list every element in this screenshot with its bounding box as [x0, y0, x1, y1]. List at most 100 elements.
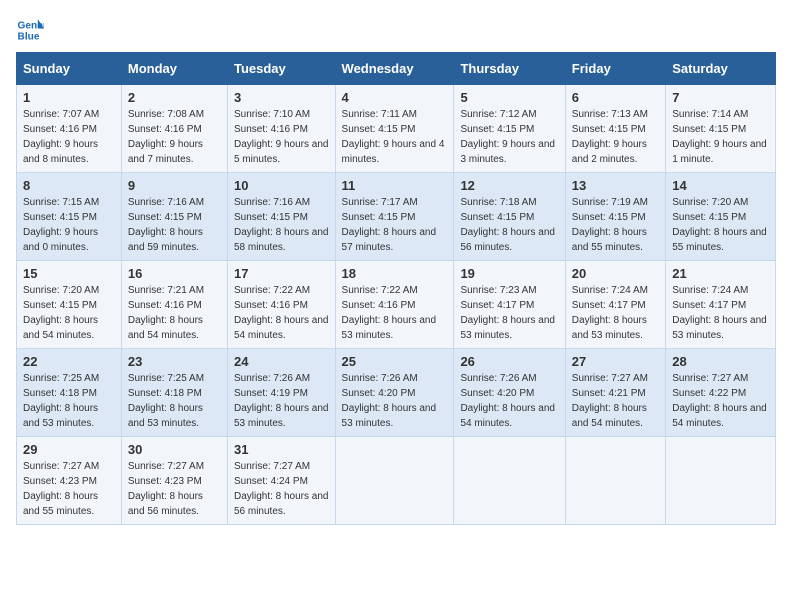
calendar-cell: 29 Sunrise: 7:27 AMSunset: 4:23 PMDayligh…	[17, 437, 122, 525]
day-number: 31	[234, 442, 329, 457]
day-info: Sunrise: 7:22 AMSunset: 4:16 PMDaylight:…	[342, 283, 448, 343]
day-info: Sunrise: 7:27 AMSunset: 4:23 PMDaylight:…	[128, 459, 221, 519]
day-number: 9	[128, 178, 221, 193]
col-header-saturday: Saturday	[666, 53, 776, 85]
day-info: Sunrise: 7:18 AMSunset: 4:15 PMDaylight:…	[460, 195, 558, 255]
page-header: General Blue	[16, 16, 776, 44]
calendar-cell: 24 Sunrise: 7:26 AMSunset: 4:19 PMDayligh…	[227, 349, 335, 437]
day-number: 26	[460, 354, 558, 369]
calendar-cell: 7 Sunrise: 7:14 AMSunset: 4:15 PMDaylight…	[666, 85, 776, 173]
day-number: 14	[672, 178, 769, 193]
day-info: Sunrise: 7:16 AMSunset: 4:15 PMDaylight:…	[128, 195, 221, 255]
day-info: Sunrise: 7:27 AMSunset: 4:22 PMDaylight:…	[672, 371, 769, 431]
calendar-cell	[666, 437, 776, 525]
day-number: 5	[460, 90, 558, 105]
day-info: Sunrise: 7:17 AMSunset: 4:15 PMDaylight:…	[342, 195, 448, 255]
day-number: 21	[672, 266, 769, 281]
day-info: Sunrise: 7:20 AMSunset: 4:15 PMDaylight:…	[672, 195, 769, 255]
col-header-tuesday: Tuesday	[227, 53, 335, 85]
week-row-1: 1 Sunrise: 7:07 AMSunset: 4:16 PMDaylight…	[17, 85, 776, 173]
day-info: Sunrise: 7:15 AMSunset: 4:15 PMDaylight:…	[23, 195, 115, 255]
week-row-4: 22 Sunrise: 7:25 AMSunset: 4:18 PMDayligh…	[17, 349, 776, 437]
day-info: Sunrise: 7:24 AMSunset: 4:17 PMDaylight:…	[672, 283, 769, 343]
week-row-5: 29 Sunrise: 7:27 AMSunset: 4:23 PMDayligh…	[17, 437, 776, 525]
col-header-sunday: Sunday	[17, 53, 122, 85]
logo: General Blue	[16, 16, 44, 44]
day-info: Sunrise: 7:07 AMSunset: 4:16 PMDaylight:…	[23, 107, 115, 167]
day-info: Sunrise: 7:25 AMSunset: 4:18 PMDaylight:…	[23, 371, 115, 431]
day-info: Sunrise: 7:26 AMSunset: 4:20 PMDaylight:…	[460, 371, 558, 431]
calendar-cell: 31 Sunrise: 7:27 AMSunset: 4:24 PMDayligh…	[227, 437, 335, 525]
calendar-cell: 27 Sunrise: 7:27 AMSunset: 4:21 PMDayligh…	[565, 349, 665, 437]
calendar-cell: 17 Sunrise: 7:22 AMSunset: 4:16 PMDayligh…	[227, 261, 335, 349]
day-number: 17	[234, 266, 329, 281]
header-row: SundayMondayTuesdayWednesdayThursdayFrid…	[17, 53, 776, 85]
day-number: 24	[234, 354, 329, 369]
day-number: 27	[572, 354, 659, 369]
day-info: Sunrise: 7:23 AMSunset: 4:17 PMDaylight:…	[460, 283, 558, 343]
col-header-wednesday: Wednesday	[335, 53, 454, 85]
day-info: Sunrise: 7:25 AMSunset: 4:18 PMDaylight:…	[128, 371, 221, 431]
calendar-cell: 15Sunrise: 7:20 AMSunset: 4:15 PMDayligh…	[17, 261, 122, 349]
calendar-cell: 30Sunrise: 7:27 AMSunset: 4:23 PMDayligh…	[121, 437, 227, 525]
calendar-cell: 13Sunrise: 7:19 AMSunset: 4:15 PMDayligh…	[565, 173, 665, 261]
calendar-cell: 25Sunrise: 7:26 AMSunset: 4:20 PMDayligh…	[335, 349, 454, 437]
calendar-cell	[335, 437, 454, 525]
day-number: 18	[342, 266, 448, 281]
calendar-cell	[454, 437, 565, 525]
day-info: Sunrise: 7:14 AMSunset: 4:15 PMDaylight:…	[672, 107, 769, 167]
calendar-cell: 28Sunrise: 7:27 AMSunset: 4:22 PMDayligh…	[666, 349, 776, 437]
calendar-cell: 23 Sunrise: 7:25 AMSunset: 4:18 PMDayligh…	[121, 349, 227, 437]
day-info: Sunrise: 7:13 AMSunset: 4:15 PMDaylight:…	[572, 107, 659, 167]
logo-icon: General Blue	[16, 16, 44, 44]
calendar-cell: 4Sunrise: 7:11 AMSunset: 4:15 PMDaylight…	[335, 85, 454, 173]
day-number: 22	[23, 354, 115, 369]
calendar-cell: 14 Sunrise: 7:20 AMSunset: 4:15 PMDayligh…	[666, 173, 776, 261]
day-info: Sunrise: 7:27 AMSunset: 4:21 PMDaylight:…	[572, 371, 659, 431]
day-number: 19	[460, 266, 558, 281]
day-info: Sunrise: 7:20 AMSunset: 4:15 PMDaylight:…	[23, 283, 115, 343]
calendar-cell	[565, 437, 665, 525]
day-info: Sunrise: 7:26 AMSunset: 4:19 PMDaylight:…	[234, 371, 329, 431]
day-number: 13	[572, 178, 659, 193]
day-info: Sunrise: 7:21 AMSunset: 4:16 PMDaylight:…	[128, 283, 221, 343]
day-number: 11	[342, 178, 448, 193]
calendar-cell: 26 Sunrise: 7:26 AMSunset: 4:20 PMDayligh…	[454, 349, 565, 437]
calendar-cell: 20 Sunrise: 7:24 AMSunset: 4:17 PMDayligh…	[565, 261, 665, 349]
calendar-cell: 8 Sunrise: 7:15 AMSunset: 4:15 PMDaylight…	[17, 173, 122, 261]
day-number: 10	[234, 178, 329, 193]
day-number: 20	[572, 266, 659, 281]
calendar-cell: 5 Sunrise: 7:12 AMSunset: 4:15 PMDaylight…	[454, 85, 565, 173]
day-number: 25	[342, 354, 448, 369]
day-info: Sunrise: 7:08 AMSunset: 4:16 PMDaylight:…	[128, 107, 221, 167]
day-info: Sunrise: 7:10 AMSunset: 4:16 PMDaylight:…	[234, 107, 329, 167]
calendar-cell: 11 Sunrise: 7:17 AMSunset: 4:15 PMDayligh…	[335, 173, 454, 261]
day-number: 16	[128, 266, 221, 281]
week-row-2: 8 Sunrise: 7:15 AMSunset: 4:15 PMDaylight…	[17, 173, 776, 261]
day-info: Sunrise: 7:27 AMSunset: 4:24 PMDaylight:…	[234, 459, 329, 519]
calendar-cell: 18 Sunrise: 7:22 AMSunset: 4:16 PMDayligh…	[335, 261, 454, 349]
day-number: 6	[572, 90, 659, 105]
day-number: 4	[342, 90, 448, 105]
svg-text:Blue: Blue	[18, 31, 40, 42]
day-number: 7	[672, 90, 769, 105]
day-info: Sunrise: 7:24 AMSunset: 4:17 PMDaylight:…	[572, 283, 659, 343]
day-number: 1	[23, 90, 115, 105]
day-number: 29	[23, 442, 115, 457]
day-number: 3	[234, 90, 329, 105]
calendar-cell: 2Sunrise: 7:08 AMSunset: 4:16 PMDaylight…	[121, 85, 227, 173]
col-header-monday: Monday	[121, 53, 227, 85]
calendar-cell: 6 Sunrise: 7:13 AMSunset: 4:15 PMDaylight…	[565, 85, 665, 173]
day-info: Sunrise: 7:22 AMSunset: 4:16 PMDaylight:…	[234, 283, 329, 343]
day-number: 23	[128, 354, 221, 369]
calendar-cell: 10 Sunrise: 7:16 AMSunset: 4:15 PMDayligh…	[227, 173, 335, 261]
calendar-cell: 21 Sunrise: 7:24 AMSunset: 4:17 PMDayligh…	[666, 261, 776, 349]
day-info: Sunrise: 7:16 AMSunset: 4:15 PMDaylight:…	[234, 195, 329, 255]
calendar-cell: 1 Sunrise: 7:07 AMSunset: 4:16 PMDaylight…	[17, 85, 122, 173]
day-number: 12	[460, 178, 558, 193]
day-number: 8	[23, 178, 115, 193]
day-info: Sunrise: 7:12 AMSunset: 4:15 PMDaylight:…	[460, 107, 558, 167]
calendar-cell: 3 Sunrise: 7:10 AMSunset: 4:16 PMDaylight…	[227, 85, 335, 173]
day-info: Sunrise: 7:27 AMSunset: 4:23 PMDaylight:…	[23, 459, 115, 519]
col-header-thursday: Thursday	[454, 53, 565, 85]
